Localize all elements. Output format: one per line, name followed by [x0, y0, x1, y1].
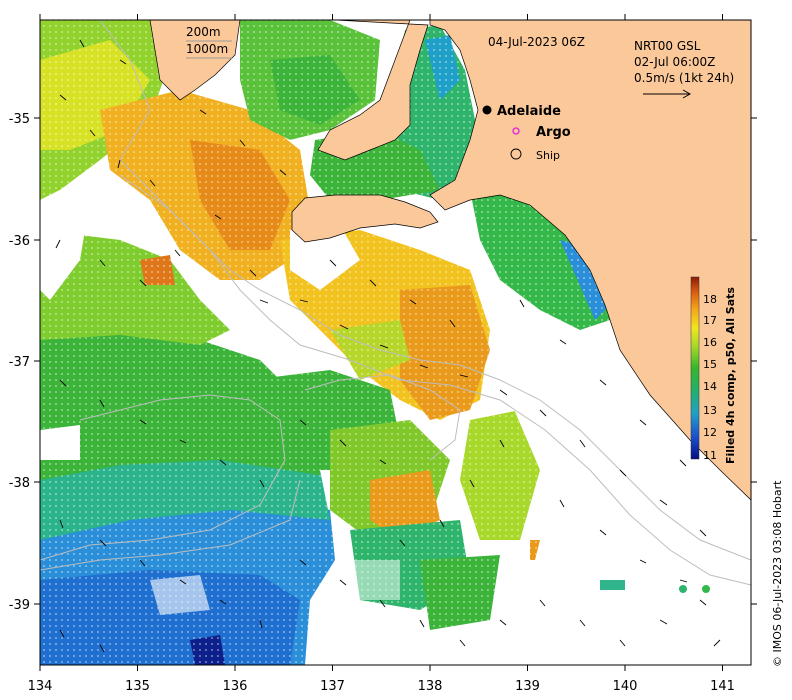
x-tick-label: 135: [125, 679, 150, 694]
colorbar-tick: 11: [703, 449, 717, 462]
x-tick-label: 138: [418, 679, 443, 694]
colorbar-scale: [690, 276, 700, 460]
colorbar-tick: 14: [703, 380, 717, 393]
x-tick-label: 140: [613, 679, 638, 694]
place-label-ship: Ship: [536, 149, 560, 162]
colorbar: 18 17 16 15 14 13 12 11 Filled 4h comp, …: [690, 276, 737, 464]
current-model-label: NRT00 GSL: [634, 39, 701, 53]
credit-text: © IMOS 06-Jul-2023 03:08 Hobart: [771, 480, 784, 667]
colorbar-tick: 17: [703, 314, 717, 327]
current-scale-label: 0.5m/s (1kt 24h): [634, 71, 734, 85]
colorbar-tick: 15: [703, 358, 717, 371]
x-tick-label: 139: [515, 679, 540, 694]
colorbar-tick: 13: [703, 404, 717, 417]
y-tick-label: -37: [9, 355, 30, 370]
x-tick-label: 134: [28, 679, 53, 694]
depth-200m-label: 200m: [186, 25, 221, 39]
y-tick-label: -35: [9, 112, 30, 127]
current-time-label: 02-Jul 06:00Z: [634, 55, 715, 69]
place-label-adelaide: Adelaide: [497, 104, 561, 119]
y-tick-label: -38: [9, 476, 30, 491]
y-tick-label: -36: [9, 234, 30, 249]
y-tick-label: -39: [9, 598, 30, 613]
colorbar-tick: 12: [703, 426, 717, 439]
x-tick-label: 137: [320, 679, 345, 694]
map-date: 04-Jul-2023 06Z: [488, 35, 585, 49]
colorbar-title: Filled 4h comp, p50, All Sats: [724, 287, 737, 464]
x-tick-label: 141: [710, 679, 735, 694]
colorbar-tick: 18: [703, 293, 717, 306]
city-marker-icon: [482, 105, 492, 115]
sst-map: 134 135 136 137 138 139 140 141 -35 -36 …: [9, 14, 784, 694]
x-tick-label: 136: [223, 679, 248, 694]
depth-1000m-label: 1000m: [186, 42, 228, 56]
place-label-argo: Argo: [536, 125, 571, 140]
colorbar-tick: 16: [703, 336, 717, 349]
